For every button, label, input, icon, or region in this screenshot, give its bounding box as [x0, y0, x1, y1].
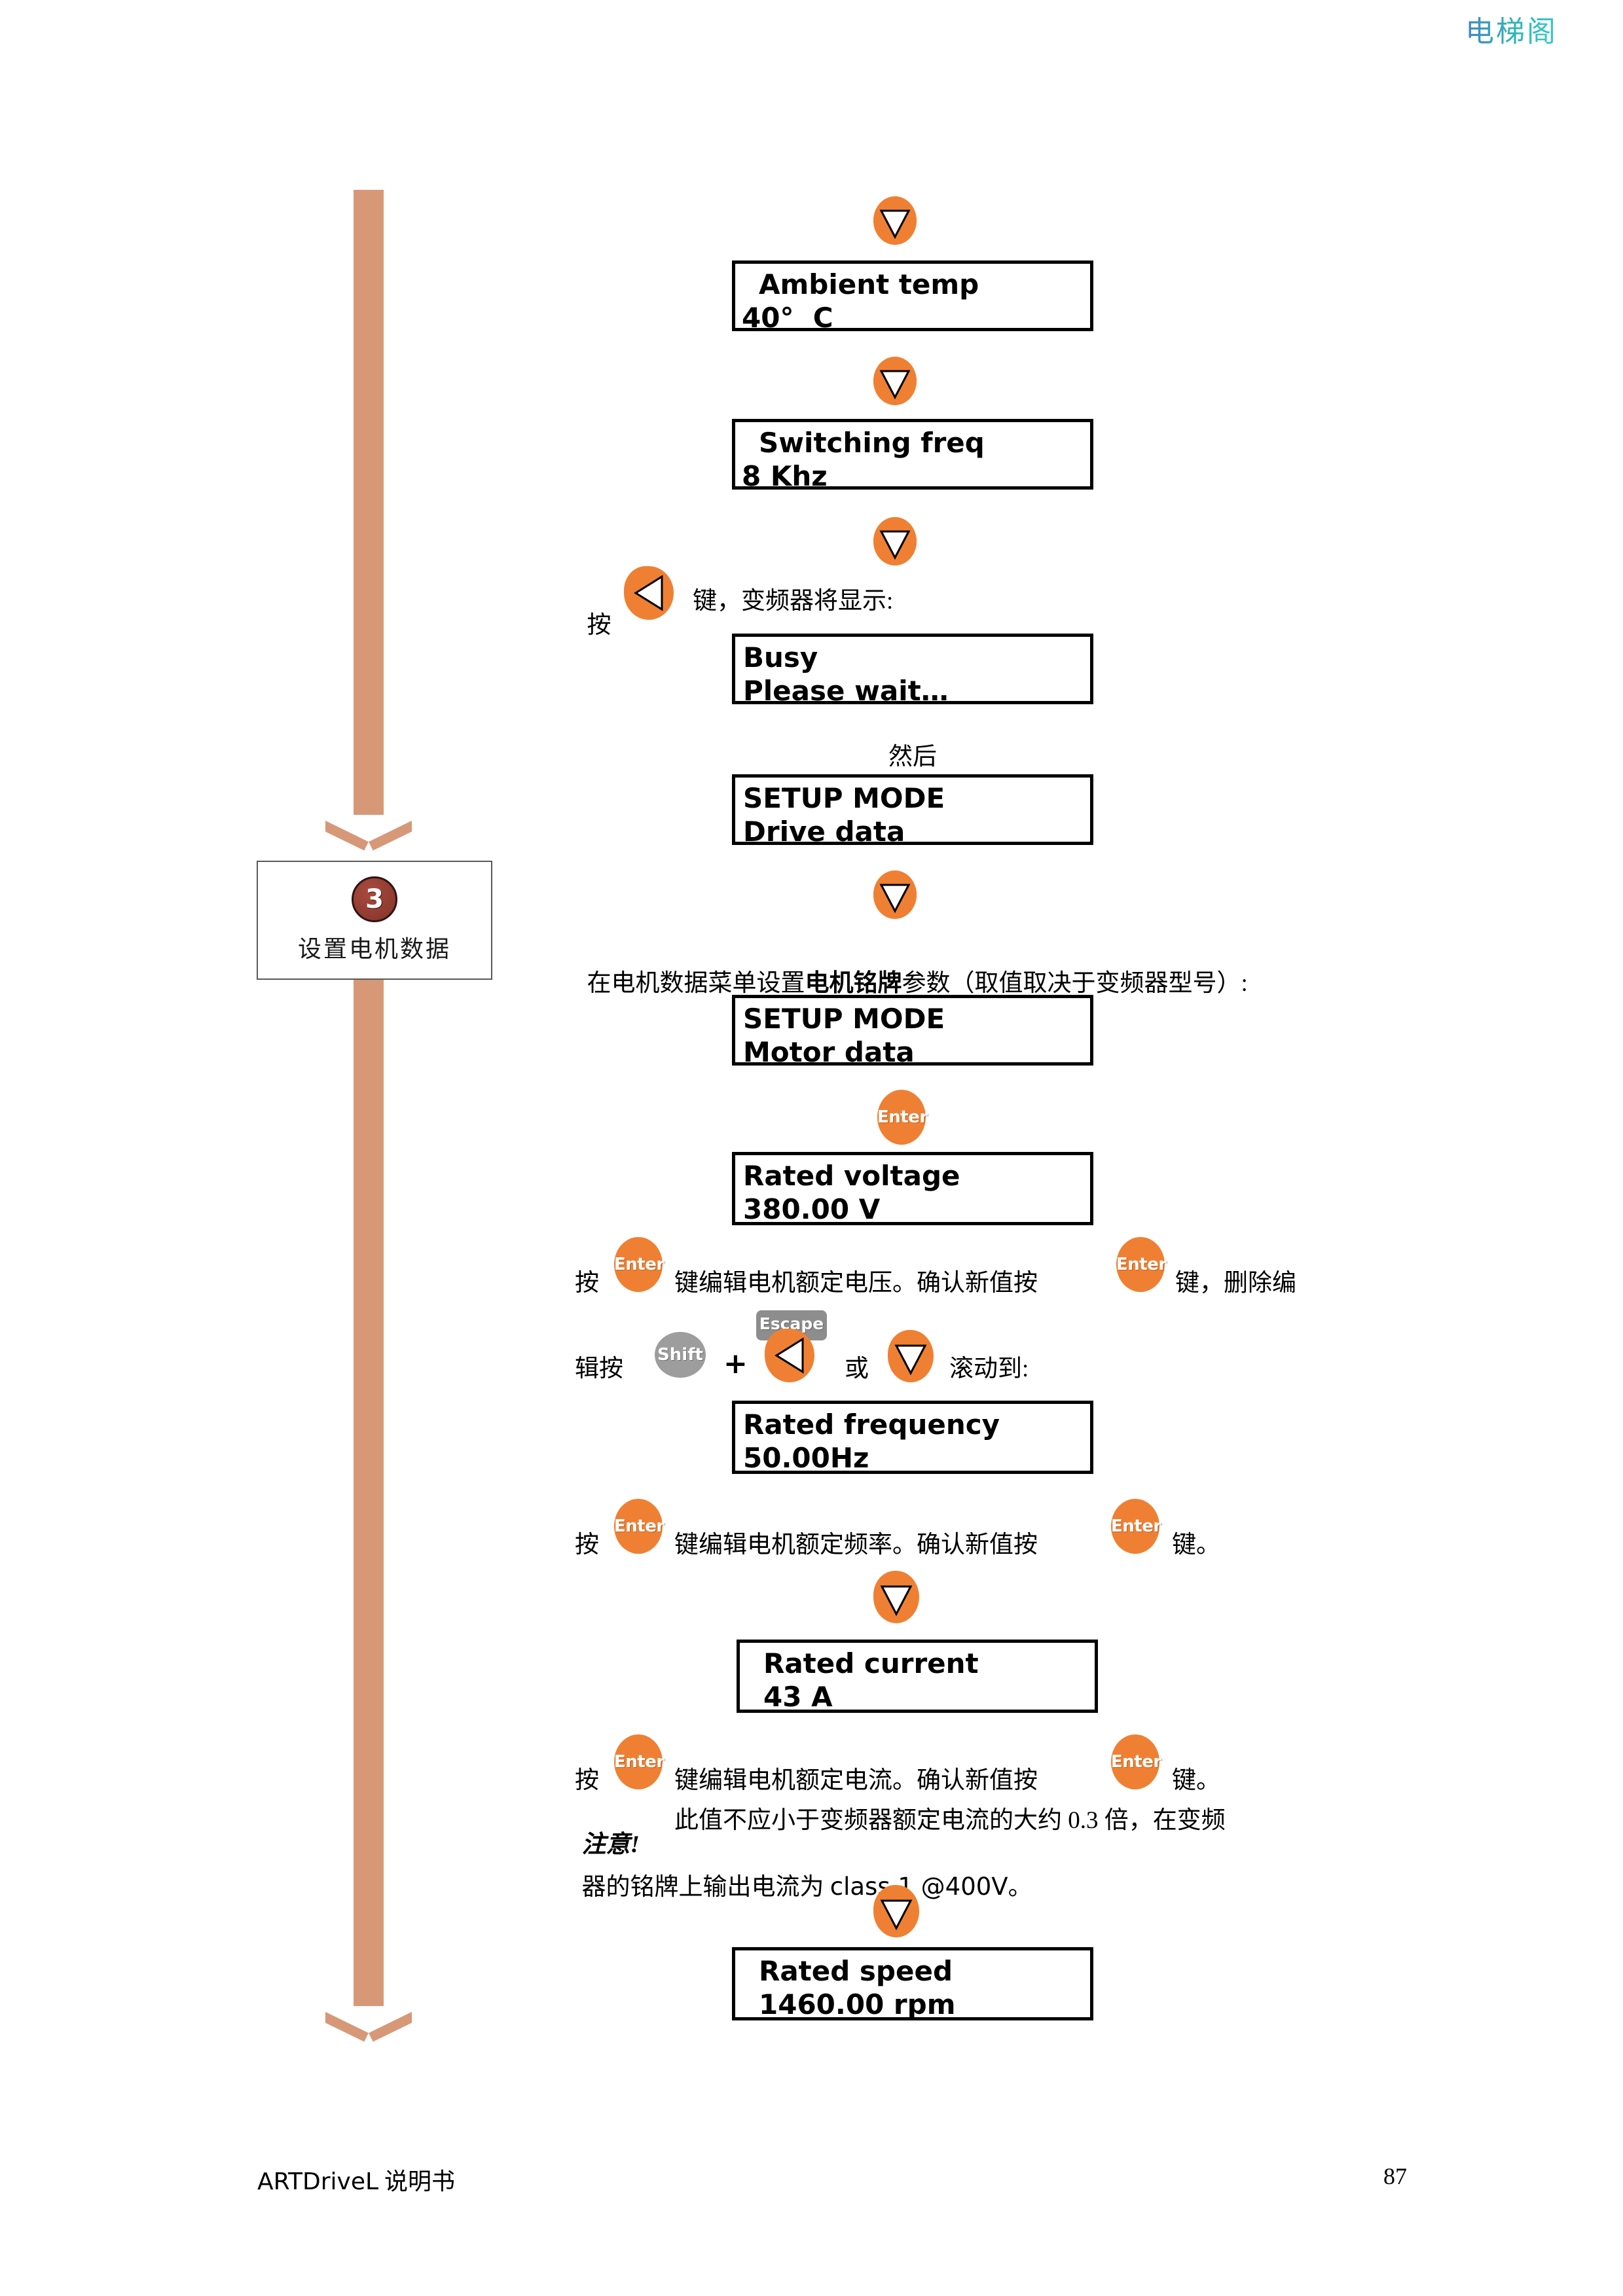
note-body-line-2: 器的铭牌上输出电流为 class 1 @400V。 [570, 1850, 1032, 1899]
display-line-2: Drive data [743, 816, 905, 848]
note-body-2-prefix: 器的铭牌上输出电流为 [581, 1874, 830, 1901]
display-line-1: Rated current [763, 1647, 979, 1679]
shift-key-icon[interactable]: Shift [655, 1332, 706, 1378]
note-body-2-suffix: 。 [1008, 1874, 1032, 1901]
down-arrow-icon[interactable] [873, 517, 917, 565]
down-arrow-icon[interactable] [873, 1571, 919, 1623]
display-line-1: SETUP MODE [743, 782, 945, 814]
display-line-1: Rated voltage [743, 1160, 960, 1192]
instruction-current-mid: 键编辑电机额定电流。确认新值按 [674, 1767, 1038, 1794]
instruction-edit-prefix: 辑按 [575, 1355, 623, 1382]
enter-key-icon[interactable]: Enter [1116, 1237, 1167, 1292]
display-line-2: 50.00Hz [743, 1442, 869, 1475]
left-arrow-icon[interactable] [624, 566, 674, 620]
instruction-current-tail: 键。 [1172, 1767, 1220, 1794]
display-line-2: Please wait… [743, 675, 949, 708]
display-line-2: 380.00 V [743, 1193, 881, 1226]
instruction-current-prefix: 按 [575, 1767, 599, 1794]
note-body-line-1: 此值不应小于变频器额定电流的大约 0.3 倍，在变频 [674, 1807, 1226, 1834]
display-line-2: 1460.00 rpm [759, 1988, 956, 2021]
down-arrow-glyph [873, 1571, 919, 1623]
footer-title-cjk: 说明书 [378, 2168, 456, 2195]
flow-arrow-lower-head [325, 2005, 412, 2051]
left-arrow-glyph [765, 1329, 814, 1382]
display-rated-frequency: Rated frequency 50.00Hz [732, 1401, 1093, 1474]
display-rated-voltage: Rated voltage 380.00 V [732, 1152, 1093, 1225]
instruction-prefix: 按 [587, 612, 611, 639]
footer-document-title: ARTDriveL 说明书 [257, 2162, 455, 2197]
enter-key-icon[interactable]: Enter [1111, 1499, 1161, 1554]
display-line-2: 8 Khz [742, 460, 828, 493]
display-setup-mode-motor: SETUP MODE Motor data [732, 995, 1093, 1069]
step-number-badge: 3 [352, 876, 397, 922]
display-line-2: 40° C [742, 302, 833, 334]
display-line-1: Busy [743, 641, 818, 673]
display-rated-speed: Rated speed 1460.00 rpm [732, 1947, 1093, 2020]
instruction-motor-nameplate: 在电机数据菜单设置电机铭牌参数（取值取决于变频器型号）: [575, 947, 1248, 996]
step-box-3: 3 设置电机数据 [257, 861, 492, 980]
down-arrow-icon[interactable] [873, 357, 917, 405]
down-arrow-glyph [873, 1885, 919, 1937]
footer-page-number: 87 [1383, 2163, 1407, 2189]
display-rated-current: Rated current 43 A [737, 1640, 1098, 1713]
display-line-1: Switching freq [759, 427, 985, 459]
plus-sign: + [723, 1347, 748, 1380]
instruction-edit-or: 或 [845, 1355, 869, 1382]
display-line-2: Motor data [743, 1036, 915, 1069]
instruction-edit-tail: 滚动到: [949, 1355, 1029, 1382]
down-arrow-glyph [873, 357, 917, 405]
watermark-text: 电梯阁 [1465, 8, 1558, 50]
left-arrow-glyph [624, 566, 674, 620]
display-setup-mode-drive: SETUP MODE Drive data [732, 774, 1093, 848]
flow-arrow-upper-shaft [354, 190, 384, 815]
instruction-voltage-tail: 键，删除编 [1175, 1270, 1296, 1297]
display-busy: Busy Please wait… [732, 634, 1093, 707]
flow-arrow-lower-shaft [354, 980, 384, 2006]
enter-key-icon[interactable]: Enter [877, 1090, 928, 1145]
down-arrow-icon[interactable] [873, 870, 917, 919]
down-arrow-icon[interactable] [888, 1330, 934, 1382]
down-arrow-glyph [873, 870, 917, 919]
nameplate-part-a: 在电机数据菜单设置 [587, 970, 805, 997]
instruction-voltage-prefix: 按 [575, 1270, 599, 1297]
enter-key-icon[interactable]: Enter [614, 1237, 665, 1292]
down-arrow-glyph [873, 517, 917, 565]
instruction-voltage-mid: 键编辑电机额定电压。确认新值按 [674, 1270, 1038, 1297]
display-line-1: Rated speed [759, 1955, 953, 1987]
display-line-1: SETUP MODE [743, 1003, 945, 1035]
display-line-1: Rated frequency [743, 1408, 1000, 1441]
display-ambient-temp: Ambient temp 40° C [732, 260, 1093, 334]
instruction-frequency-mid: 键编辑电机额定频率。确认新值按 [674, 1532, 1038, 1558]
left-arrow-icon[interactable] [765, 1329, 814, 1382]
instruction-frequency-tail: 键。 [1172, 1532, 1220, 1558]
note-lead-label: 注意! [570, 1808, 640, 1857]
display-line-2: 43 A [763, 1681, 833, 1713]
enter-key-icon[interactable]: Enter [614, 1499, 665, 1554]
down-arrow-glyph [888, 1330, 934, 1382]
enter-key-icon[interactable]: Enter [614, 1734, 665, 1789]
footer-title-latin: ARTDriveL [257, 2168, 379, 2195]
enter-key-icon[interactable]: Enter [1111, 1734, 1161, 1789]
down-arrow-icon[interactable] [873, 196, 917, 245]
instruction-press-left: 按 [575, 589, 611, 637]
instruction-frequency-prefix: 按 [575, 1532, 599, 1558]
nameplate-part-b: 电机铭牌 [805, 970, 902, 997]
step-label: 设置电机数据 [297, 936, 451, 962]
display-switching-freq: Switching freq 8 Khz [732, 419, 1093, 493]
label-then: 然后 [888, 744, 937, 770]
down-arrow-icon[interactable] [873, 1885, 919, 1937]
instruction-press-left-tail: 键，变频器将显示: [693, 588, 894, 615]
nameplate-part-c: 参数（取值取决于变频器型号）: [902, 970, 1248, 997]
flow-arrow-upper-head [325, 814, 412, 859]
display-line-1: Ambient temp [759, 268, 979, 300]
down-arrow-glyph [873, 196, 917, 245]
